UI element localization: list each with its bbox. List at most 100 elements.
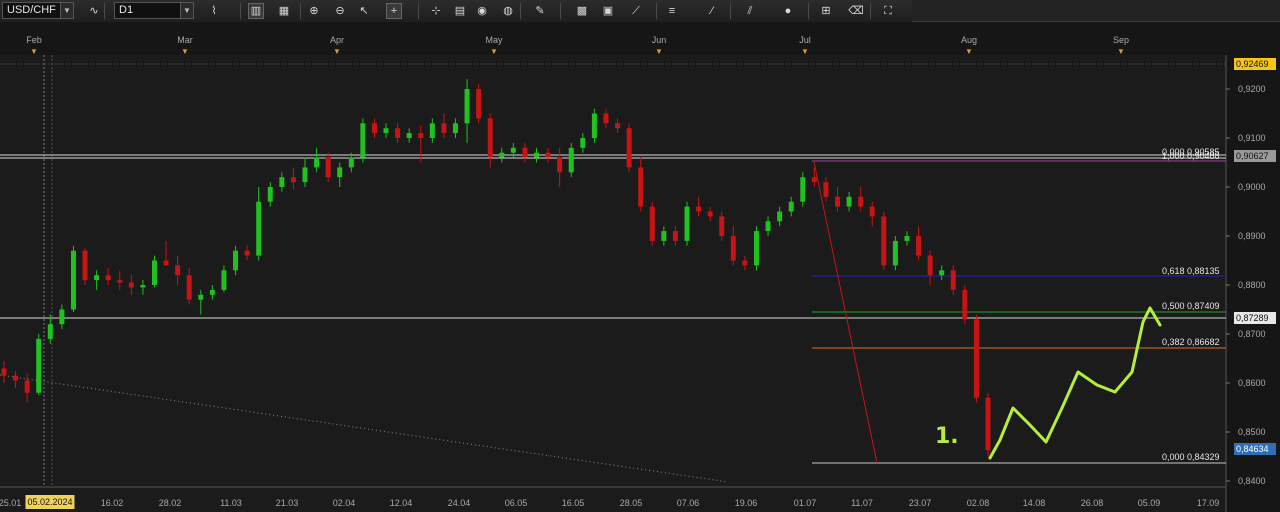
note-icon[interactable]: ▤ (452, 3, 468, 19)
symbol-select[interactable]: USD/CHF ▼ (2, 2, 74, 19)
date-label: 11.07 (851, 498, 873, 508)
candle-body (615, 123, 621, 129)
fibonacci-icon[interactable]: ≡ (664, 3, 680, 19)
candle-body (221, 270, 227, 290)
candle-body (626, 128, 632, 168)
candle-body (881, 216, 887, 266)
channel-icon[interactable]: ⫽ (742, 3, 758, 19)
image-icon[interactable]: ▩ (574, 3, 590, 19)
candle-body (348, 157, 354, 168)
cursor-mode-icon[interactable]: ⊹ (428, 3, 444, 19)
candle-body (568, 147, 574, 173)
candle-body (117, 280, 123, 283)
date-label: 02.04 (332, 498, 356, 508)
candle-body (244, 250, 250, 256)
candle-body (765, 221, 771, 232)
pencil-icon[interactable]: ✎ (532, 3, 548, 19)
candle-body (325, 157, 331, 178)
crosshair-icon[interactable]: + (386, 3, 402, 19)
candle-body (545, 152, 551, 158)
timeframe-select[interactable]: D1 ▼ (114, 2, 194, 19)
date-label: 19.06 (734, 498, 758, 508)
candle-body (13, 375, 19, 381)
candle-body (464, 89, 470, 124)
candle-body (418, 133, 424, 138)
candle-body (82, 250, 88, 281)
eye-icon[interactable]: ◉ (474, 3, 490, 19)
toolbar-separator (870, 3, 871, 19)
chevron-down-icon[interactable]: ▼ (60, 3, 73, 18)
timeframe-value: D1 (119, 4, 134, 16)
price-axis-label: 0,8900 (1238, 231, 1266, 241)
toolbar-separator (808, 3, 809, 19)
candle-body (360, 123, 366, 158)
price-box-current: 0,90627 (1234, 150, 1276, 162)
candle-body (452, 123, 458, 134)
price-chart[interactable] (0, 22, 1280, 512)
candle-body (209, 289, 215, 295)
candle-body (730, 236, 736, 261)
candle-body (788, 201, 794, 212)
plot-area (0, 55, 1226, 512)
toolbar-separator (560, 3, 561, 19)
candle-body (835, 196, 841, 207)
zoom-in-icon[interactable]: ⊕ (306, 3, 322, 19)
line-chart-icon[interactable]: ⌇ (206, 3, 222, 19)
candle-body (939, 270, 945, 276)
candle-body (406, 133, 412, 138)
candle-body (128, 282, 134, 288)
trading-app: { "toolbar": { "symbol": "USD/CHF", "tim… (0, 0, 1280, 512)
fib-label: 1,000 0,90488 (1162, 151, 1220, 161)
line-tool-icon[interactable]: ∕ (704, 3, 720, 19)
candle-body (476, 89, 482, 119)
price-axis-label: 0,9100 (1238, 133, 1266, 143)
candle-body (672, 231, 678, 241)
candle-body (487, 118, 493, 158)
candle-body (591, 113, 597, 138)
objects-icon[interactable]: ⛶ (880, 3, 896, 19)
price-box-bottom: 0,84634 (1234, 443, 1276, 455)
date-label: 17.09 (1196, 498, 1220, 508)
candle-body (1, 368, 7, 376)
screenshot-icon[interactable]: ▣ (600, 3, 616, 19)
candle-body (846, 196, 852, 207)
fan-icon[interactable]: ⟋ (628, 3, 644, 19)
candle-body (314, 157, 320, 168)
template-icon[interactable]: ⊞ (818, 3, 834, 19)
candle-body (279, 177, 285, 187)
candle-body (267, 187, 273, 202)
toolbar-separator (300, 3, 301, 19)
candle-body (800, 177, 806, 202)
candle-body (47, 324, 53, 339)
price-axis-label: 0,8700 (1238, 329, 1266, 339)
candle-body (151, 260, 157, 285)
indicator-icon[interactable]: ∿ (86, 3, 102, 19)
price-box-top: 0,92469 (1234, 58, 1276, 70)
candle-body (811, 177, 817, 183)
handwritten-annotation: 1. (935, 424, 959, 449)
price-axis-label: 0,8500 (1238, 427, 1266, 437)
candle-body (858, 196, 864, 207)
date-label: 05.09 (1137, 498, 1161, 508)
candle-body (777, 211, 783, 222)
eraser-icon[interactable]: ⌫ (848, 3, 864, 19)
candle-body (638, 167, 644, 207)
toolbar-separator (520, 3, 521, 19)
candle-body (742, 260, 748, 266)
cursor-icon[interactable]: ↖ (356, 3, 372, 19)
price-axis-label: 0,8800 (1238, 280, 1266, 290)
candle-body (24, 380, 30, 393)
date-label: 12.04 (389, 498, 413, 508)
zoom-out-icon[interactable]: ⊖ (332, 3, 348, 19)
candle-chart-icon[interactable]: ▦ (276, 3, 292, 19)
candle-body (163, 260, 169, 266)
candle-body (175, 265, 181, 276)
toolbar-buttons: USD/CHF ▼ D1 ▼ ∿ ⌇ ▥ ▦ ⊕ ⊖ ↖ + ⊹ ▤ ◉ ◍ ✎ ▩ ▣ ⟋ ≡ ∕ ⫽ ● ⊞ ⌫ ⛶ (0, 0, 912, 22)
bar-chart-icon[interactable]: ▥ (248, 3, 264, 19)
candle-body (441, 123, 447, 134)
shape-icon[interactable]: ● (780, 3, 796, 19)
date-label: 14.08 (1022, 498, 1046, 508)
globe-icon[interactable]: ◍ (500, 3, 516, 19)
chevron-down-icon[interactable]: ▼ (180, 3, 193, 18)
candle-body (510, 147, 516, 153)
